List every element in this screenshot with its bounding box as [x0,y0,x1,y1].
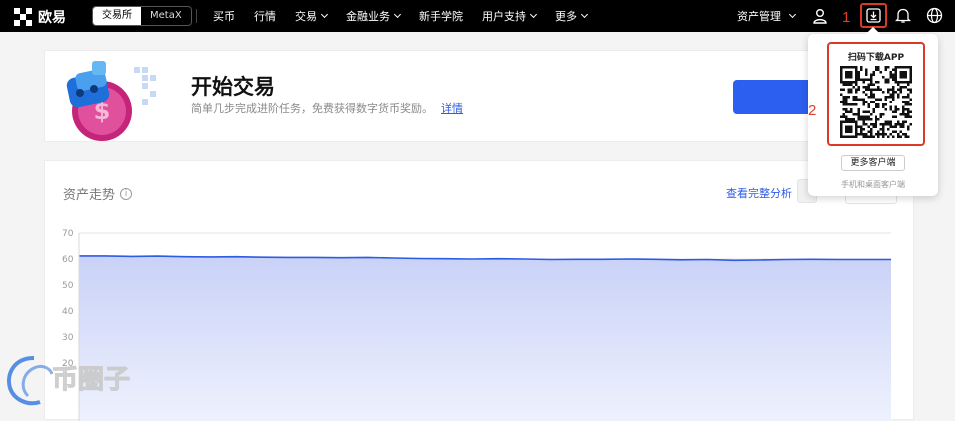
qr-code-panel: 扫码下载APP [827,42,925,146]
platform-switch: 交易所 MetaX [92,6,192,26]
asset-management-label: 资产管理 [737,10,781,23]
chevron-down-icon [788,10,797,19]
y-tick-label: 40 [62,307,74,317]
annotation-label-1: 1 [842,9,851,26]
annotation-label-2: 2 [808,102,817,119]
nav-label: 用户支持 [482,10,526,23]
qr-code-icon [840,66,912,138]
asset-trend-header: 资产走势 i [63,184,133,203]
nav-label: 新手学院 [419,10,463,23]
asset-trend-chart: 706050403020 [62,229,891,421]
nav-academy[interactable]: 新手学院 [419,8,463,24]
nav-support[interactable]: 用户支持 [482,8,538,24]
nav-markets[interactable]: 行情 [254,8,276,24]
brand-logo[interactable]: 欧易 [14,7,66,27]
bell-icon[interactable] [895,7,911,24]
hero-title: 开始交易 [191,75,275,99]
robot-coin-illustration: $ [66,61,156,141]
series-area [79,255,891,421]
info-icon[interactable]: i [120,187,133,200]
globe-icon[interactable] [926,7,943,24]
chevron-down-icon [320,10,329,19]
watermark-text: 币圈子 [52,365,130,395]
user-icon[interactable] [812,8,828,24]
nav-trade[interactable]: 交易 [295,8,329,24]
y-tick-label: 70 [62,229,74,239]
nav-label: 更多 [555,10,577,23]
segment-exchange[interactable]: 交易所 [93,7,141,25]
divider [196,9,197,23]
download-app-popup: 扫码下载APP 更多客户端 手机和桌面客户端 [808,26,938,196]
hero-subtitle-text: 简单几步完成进阶任务，免费获得数字货币奖励。 [191,102,433,115]
download-app-button[interactable] [860,3,887,28]
watermark-logo: 币圈子 [7,356,131,406]
top-navigation-bar: 欧易 交易所 MetaX 买币 行情 交易 金融业务 新手学院 用户支持 更多 … [0,0,955,32]
nav-label: 金融业务 [346,10,390,23]
more-clients-button[interactable]: 更多客户端 [841,155,905,171]
okx-logo-icon [14,8,32,26]
nav-buy-crypto[interactable]: 买币 [213,8,235,24]
hero-subtitle: 简单几步完成进阶任务，免费获得数字货币奖励。 详情 [191,100,463,116]
nav-label: 买币 [213,10,235,23]
y-tick-label: 60 [62,255,74,265]
nav-more[interactable]: 更多 [555,8,589,24]
main-nav: 买币 行情 交易 金融业务 新手学院 用户支持 更多 [213,0,606,32]
qr-title: 扫码下载APP [847,53,905,63]
asset-trend-card: 资产走势 i 查看完整分析 70 60 50 40 30 20 [44,160,914,421]
y-tick-label: 30 [62,333,74,343]
nav-label: 行情 [254,10,276,23]
details-link[interactable]: 详情 [441,102,463,115]
segment-metax[interactable]: MetaX [141,7,191,25]
chevron-down-icon [580,10,589,19]
popup-caption: 手机和桌面客户端 [841,180,905,189]
brand-name: 欧易 [38,10,66,26]
asset-trend-title: 资产走势 [63,188,116,203]
start-trading-card: $ 开始交易 简单几步完成进阶任务，免费获得数字货币奖励。详情 交 [44,50,914,142]
full-analysis-link[interactable]: 查看完整分析 [726,185,792,201]
chevron-down-icon [393,10,402,19]
nav-finance[interactable]: 金融业务 [346,8,402,24]
asset-management-menu[interactable]: 资产管理 [737,0,797,32]
y-tick-label: 50 [62,281,74,291]
download-icon [866,8,881,23]
nav-label: 交易 [295,10,317,23]
chevron-down-icon [529,10,538,19]
